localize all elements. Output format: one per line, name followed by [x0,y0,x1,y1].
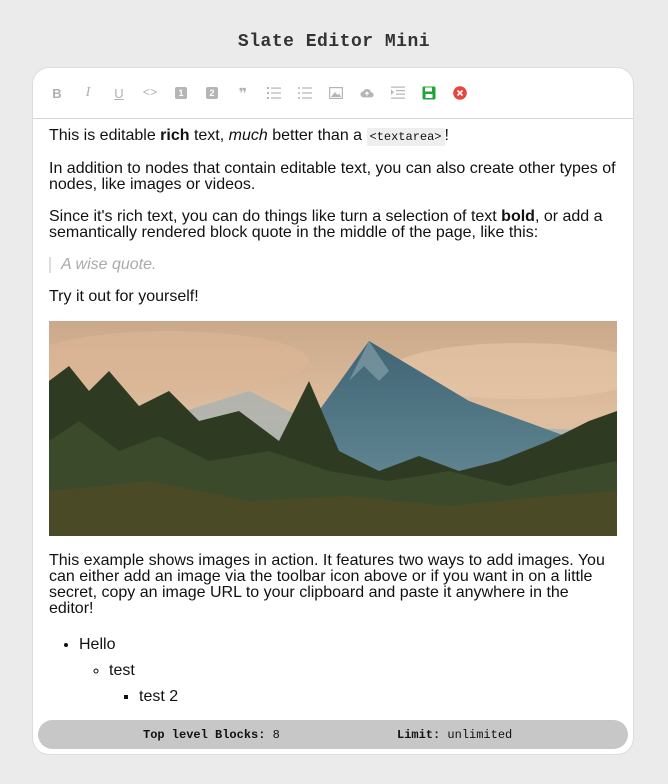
status-bar: Top level Blocks: 8 Limit: unlimited [38,720,628,749]
code-button[interactable]: <> [142,85,158,101]
save-button[interactable] [421,85,437,101]
block-quote-button[interactable]: ❞ [235,85,251,101]
underline-icon: U [114,85,124,101]
list-item: test 2 [139,684,617,710]
bold-text: rich [160,127,190,144]
cloud-upload-icon [360,88,374,98]
italic-button[interactable]: I [80,85,96,101]
list-item: Hello test test 2 [79,632,617,710]
indent-button[interactable] [390,85,406,101]
save-icon [422,86,436,100]
editor-content[interactable]: This is editable rich text, much better … [33,119,633,710]
toolbar: B I U <> 1 2 ❞ [33,68,633,119]
bold-icon: B [52,85,62,101]
list-item: test test 2 [109,658,617,710]
upload-button[interactable] [359,85,375,101]
nested-list: test test 2 [79,658,617,710]
italic-icon: I [85,85,91,100]
italic-text: much [228,127,268,144]
paragraph-1: This is editable rich text, much better … [49,127,449,146]
bulleted-list-button[interactable] [297,85,313,101]
limit-value: unlimited [447,727,513,742]
cancel-button[interactable] [452,85,468,101]
paragraph-2: In addition to nodes that contain editab… [49,160,616,193]
code-icon: <> [142,86,158,100]
heading-one-icon: 1 [175,87,187,99]
top-level-blocks-stat: Top level Blocks: 8 [143,727,280,742]
mountain-image[interactable] [49,321,617,536]
image-button[interactable] [328,85,344,101]
heading-two-button[interactable]: 2 [204,85,220,101]
block-quote-icon: ❞ [238,84,248,101]
editor-card: B I U <> 1 2 ❞ This is editable rich tex… [33,68,633,754]
limit-stat: Limit: unlimited [397,727,513,742]
blocks-count: 8 [272,727,280,742]
nested-list: test 2 [109,684,617,710]
paragraph-3: Since it's rich text, you can do things … [49,208,603,241]
image-icon [329,87,343,100]
bulleted-list-icon [298,87,312,99]
paragraph-5: This example shows images in action. It … [49,552,605,617]
numbered-list-icon [267,87,281,99]
bold-text: bold [501,208,535,225]
numbered-list-button[interactable] [266,85,282,101]
app-title: Slate Editor Mini [237,32,431,52]
underline-button[interactable]: U [111,85,127,101]
close-circle-icon [453,86,467,100]
inline-code: <textarea> [366,128,445,146]
bold-button[interactable]: B [49,85,65,101]
paragraph-4: Try it out for yourself! [49,288,199,305]
block-quote: A wise quote. [49,257,617,273]
bulleted-list: Hello test test 2 [49,632,617,710]
heading-one-button[interactable]: 1 [173,85,189,101]
indent-icon [391,86,405,99]
heading-two-icon: 2 [206,87,218,99]
